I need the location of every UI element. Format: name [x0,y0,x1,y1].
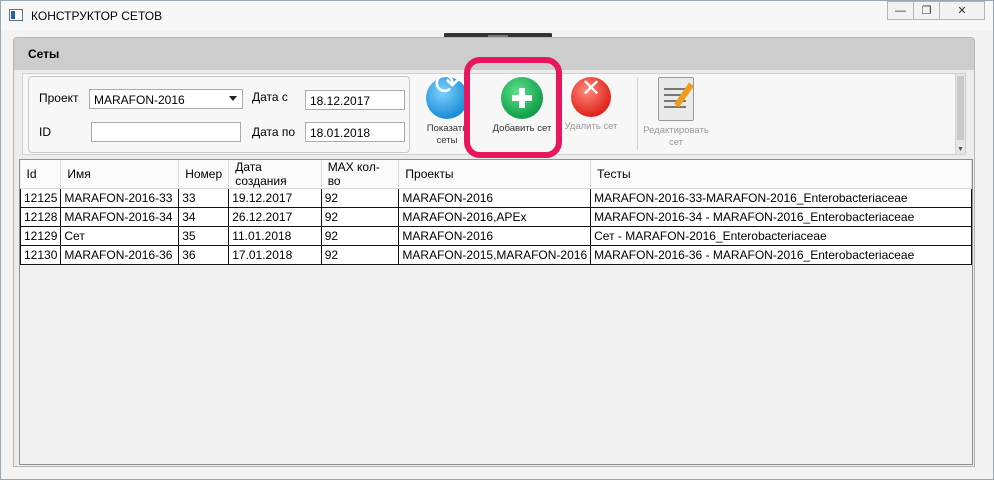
edit-set-label: Редактировать сет [643,125,709,148]
column-header-projects[interactable]: Проекты [398,160,592,189]
toolbar: Проект MARAFON-2016 ID Дата с 18.12.2017… [22,73,966,155]
id-label: ID [39,125,51,139]
cell-number: 34 [178,207,230,227]
column-header-id[interactable]: Id [20,160,62,189]
date-to-label: Дата по [252,125,296,139]
chevron-down-icon [229,96,237,101]
table-row[interactable]: 12130 MARAFON-2016-36 36 17.01.2018 92 M… [19,245,972,265]
project-label: Проект [39,91,79,105]
window-title: КОНСТРУКТОР СЕТОВ [31,9,163,23]
cell-projects: MARAFON-2016 [398,188,592,208]
column-header-tests[interactable]: Тесты [590,160,972,189]
app-window: КОНСТРУКТОР СЕТОВ — ❐ ✕ Сеты Проект MARA… [0,0,994,480]
title-bar[interactable]: КОНСТРУКТОР СЕТОВ — ❐ ✕ [1,1,993,31]
cell-tests: MARAFON-2016-36 - MARAFON-2016_Enterobac… [590,245,972,265]
scroll-down-icon[interactable]: ▼ [957,146,964,153]
sets-table: Id Имя Номер Дата создания MAX кол-во Пр… [19,159,973,465]
window-controls: — ❐ ✕ [887,1,985,21]
cell-number: 36 [178,245,230,265]
cell-id: 12125 [19,188,62,208]
cell-number: 33 [178,188,230,208]
table-header-row: Id Имя Номер Дата создания MAX кол-во Пр… [20,160,972,189]
cell-created: 17.01.2018 [228,245,322,265]
cell-number: 35 [178,226,230,246]
cell-max: 92 [320,245,400,265]
cell-id: 12128 [19,207,62,227]
show-sets-button[interactable]: Показать сеты [418,77,476,147]
date-to-input[interactable]: 18.01.2018 [305,122,405,142]
cell-name: Сет [60,226,180,246]
sets-panel: Сеты Проект MARAFON-2016 ID Дата с 18.12… [13,37,975,467]
cell-name: MARAFON-2016-36 [60,245,180,265]
cell-max: 92 [320,226,400,246]
table-row[interactable]: 12125 MARAFON-2016-33 33 19.12.2017 92 M… [19,188,972,208]
date-from-label: Дата с [252,90,288,104]
cell-id: 12129 [19,226,62,246]
cell-created: 26.12.2017 [228,207,322,227]
cell-tests: MARAFON-2016-34 - MARAFON-2016_Enterobac… [590,207,972,227]
toolbar-separator [637,78,638,150]
delete-icon [571,77,611,117]
cell-projects: MARAFON-2015,MARAFON-2016 [398,245,592,265]
cell-id: 12130 [19,245,62,265]
date-from-input[interactable]: 18.12.2017 [305,90,405,110]
close-button[interactable]: ✕ [939,1,985,20]
delete-set-label: Удалить сет [564,121,618,132]
delete-set-button[interactable]: Удалить сет [560,77,622,133]
column-header-name[interactable]: Имя [60,160,180,189]
edit-notepad-icon [658,77,694,121]
column-header-created[interactable]: Дата создания [228,160,322,189]
project-select[interactable]: MARAFON-2016 [89,89,243,109]
cell-name: MARAFON-2016-34 [60,207,180,227]
edit-set-button[interactable]: Редактировать сет [641,77,711,149]
cell-created: 11.01.2018 [228,226,322,246]
cell-created: 19.12.2017 [228,188,322,208]
sets-grid: Id Имя Номер Дата создания MAX кол-во Пр… [19,160,972,265]
column-header-max[interactable]: MAX кол-во [321,160,400,189]
table-row[interactable]: 12128 MARAFON-2016-34 34 26.12.2017 92 M… [19,207,972,227]
maximize-button[interactable]: ❐ [913,1,940,20]
id-input[interactable] [91,122,241,142]
cell-tests: Сет - MARAFON-2016_Enterobacteriaceae [590,226,972,246]
table-row[interactable]: 12129 Сет 35 11.01.2018 92 MARAFON-2016 … [19,226,972,246]
app-icon [9,9,23,21]
cell-name: MARAFON-2016-33 [60,188,180,208]
cell-max: 92 [320,188,400,208]
minimize-button[interactable]: — [887,1,914,20]
cell-projects: MARAFON-2016 [398,226,592,246]
project-select-value: MARAFON-2016 [94,93,185,107]
refresh-icon [426,77,468,119]
cell-projects: MARAFON-2016,APEx [398,207,592,227]
add-set-label: Добавить сет [492,123,552,134]
panel-title: Сеты [14,38,974,70]
filter-group: Проект MARAFON-2016 ID Дата с 18.12.2017… [28,76,410,153]
scrollbar-thumb[interactable] [957,76,964,140]
show-sets-label: Показать сеты [426,123,468,146]
toolbar-scrollbar[interactable]: ▼ [955,74,965,154]
cell-max: 92 [320,207,400,227]
cell-tests: MARAFON-2016-33-MARAFON-2016_Enterobacte… [590,188,972,208]
add-set-button[interactable]: Добавить сет [489,77,555,135]
column-header-number[interactable]: Номер [178,160,230,189]
plus-icon [501,77,543,119]
